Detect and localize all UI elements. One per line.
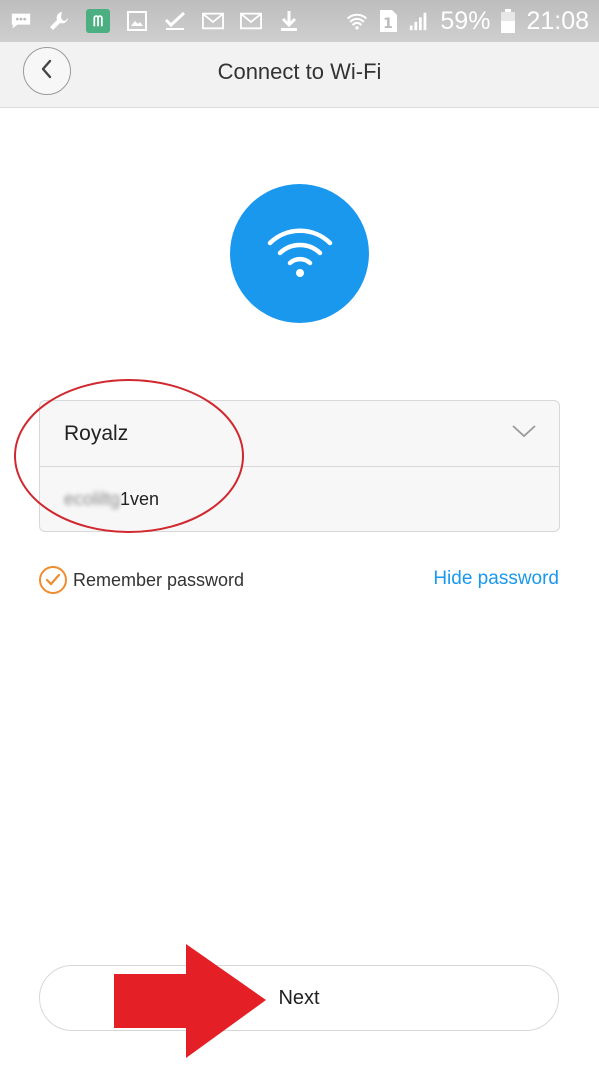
image-icon <box>126 10 148 32</box>
wifi-illustration <box>230 184 369 323</box>
message-icon <box>10 10 32 32</box>
clock: 21:08 <box>526 6 589 35</box>
svg-text:1: 1 <box>384 16 394 32</box>
next-button-label: Next <box>278 986 320 1009</box>
download-icon <box>278 10 300 32</box>
battery-percent: 59% <box>440 6 491 35</box>
remember-password-label: Remember password <box>73 569 245 590</box>
system-indicators: 1 59% 21:08 <box>346 7 589 36</box>
battery-icon <box>500 9 516 33</box>
wifi-icon <box>265 223 335 284</box>
signal-icon <box>408 10 430 32</box>
chevron-down-icon[interactable] <box>511 423 537 444</box>
sim-icon: 1 <box>378 10 398 32</box>
app-header: Connect to Wi-Fi <box>0 42 599 108</box>
mi-app-icon: ᗰ <box>86 9 110 33</box>
gmail-icon <box>240 10 262 32</box>
checkmark-icon[interactable] <box>39 566 67 594</box>
notification-icons: ᗰ <box>10 9 300 33</box>
remember-password-option[interactable]: Remember password <box>39 566 244 594</box>
annotation-ellipse <box>14 379 244 533</box>
hide-password-link[interactable]: Hide password <box>433 568 559 590</box>
gmail-icon <box>202 10 224 32</box>
wrench-icon <box>48 10 70 32</box>
page-title: Connect to Wi-Fi <box>217 59 382 84</box>
annotation-arrow <box>114 944 266 1058</box>
wifi-icon <box>346 10 368 32</box>
check-icon <box>164 10 186 32</box>
status-bar: ᗰ 1 59% 21:08 <box>0 0 599 42</box>
